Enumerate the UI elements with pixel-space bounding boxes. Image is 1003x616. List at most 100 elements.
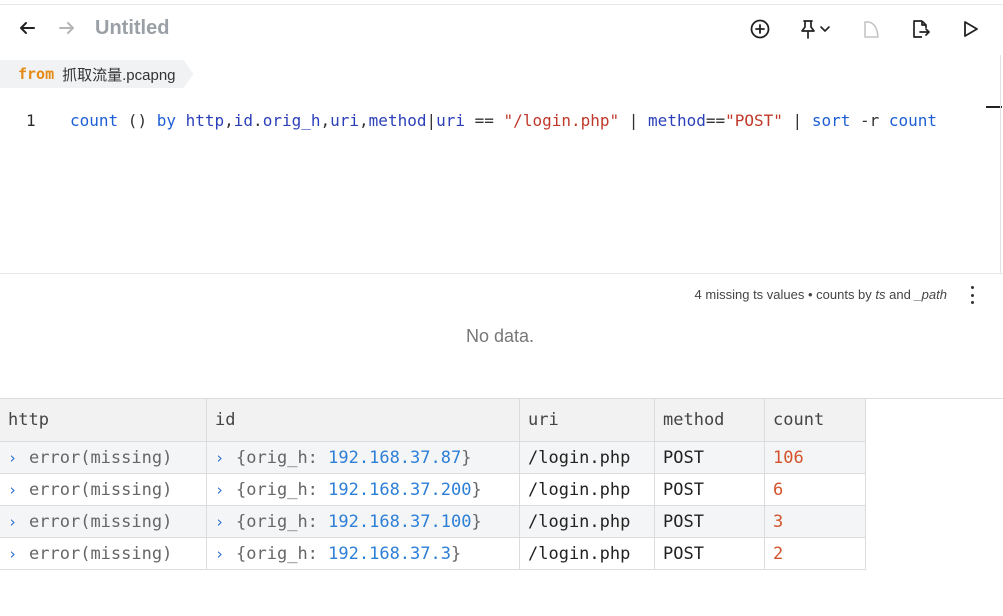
count-cell[interactable]: 2 — [764, 537, 866, 570]
histogram-panel: 4 missing ts values • counts by ts and _… — [0, 273, 1003, 399]
uri-cell[interactable]: /login.php — [519, 441, 655, 474]
code-token: sort — [811, 111, 851, 130]
query-editor[interactable]: 1 count () by http,id.orig_h,uri,method|… — [0, 100, 1000, 272]
column-header-count[interactable]: count — [764, 399, 866, 442]
code-token: http — [185, 111, 225, 130]
expand-chevron-icon[interactable]: › — [8, 481, 17, 499]
http-cell[interactable]: › error(missing) — [0, 441, 207, 474]
forward-button[interactable] — [55, 16, 79, 40]
id-suffix: } — [471, 479, 482, 500]
expand-chevron-icon[interactable]: › — [8, 513, 17, 531]
add-button[interactable] — [747, 16, 773, 42]
count-cell[interactable]: 3 — [764, 505, 866, 538]
http-cell[interactable]: › error(missing) — [0, 473, 207, 506]
chart-note-path: _path — [914, 287, 947, 302]
chart-note-ts: ts — [875, 287, 886, 302]
code-token: -r — [850, 111, 889, 130]
results-grid: http id uri method count › error(missing)… — [0, 399, 866, 570]
code-token: method — [368, 111, 427, 130]
code-token: | — [619, 111, 649, 130]
id-cell[interactable]: › {orig_h: 192.168.37.100} — [206, 505, 520, 538]
method-cell[interactable]: POST — [654, 537, 765, 570]
code-token: () — [118, 111, 157, 130]
save-shape-icon — [864, 21, 879, 38]
query-code[interactable]: count () by http,id.orig_h,uri,method|ur… — [70, 111, 937, 130]
from-keyword: from — [18, 65, 55, 83]
save-shape-button[interactable] — [858, 16, 884, 42]
editor-right-border — [1000, 55, 1001, 273]
expand-chevron-icon[interactable]: › — [215, 449, 224, 467]
expand-chevron-icon[interactable]: › — [215, 481, 224, 499]
id-cell[interactable]: › {orig_h: 192.168.37.200} — [206, 473, 520, 506]
expand-chevron-icon[interactable]: › — [215, 545, 224, 563]
more-options-icon[interactable] — [965, 286, 979, 304]
code-token: | — [426, 111, 437, 130]
table-header-row: http id uri method count — [0, 399, 866, 442]
pin-menu-button[interactable] — [793, 16, 835, 42]
expand-chevron-icon[interactable]: › — [8, 545, 17, 563]
line-number: 1 — [26, 111, 36, 130]
add-circle-icon — [750, 19, 770, 39]
code-token: . — [253, 111, 263, 130]
from-file-name: 抓取流量.pcapng — [62, 66, 176, 84]
code-token: == — [465, 111, 504, 130]
count-cell[interactable]: 6 — [764, 473, 866, 506]
ip-value: 192.168.37.200 — [328, 479, 472, 500]
top-toolbar: Untitled — [0, 0, 1003, 58]
http-cell[interactable]: › error(missing) — [0, 505, 207, 538]
id-prefix: {orig_h: — [236, 479, 329, 500]
expand-chevron-icon[interactable]: › — [8, 449, 17, 467]
code-token: count — [888, 111, 938, 130]
count-cell[interactable]: 106 — [764, 441, 866, 474]
run-icon — [964, 21, 978, 37]
code-token: id — [233, 111, 254, 130]
code-token: == — [705, 111, 726, 130]
back-arrow-icon — [20, 22, 35, 34]
code-token: orig_h — [262, 111, 321, 130]
export-icon — [913, 20, 930, 38]
http-value: error(missing) — [29, 479, 173, 500]
method-cell[interactable]: POST — [654, 505, 765, 538]
code-token: method — [648, 111, 706, 130]
table-row: › error(missing) › {orig_h: 192.168.37.100… — [0, 505, 866, 538]
code-token: uri — [330, 111, 360, 130]
table-row: › error(missing) › {orig_h: 192.168.37.3} … — [0, 537, 866, 570]
id-suffix: } — [461, 447, 472, 468]
ip-value: 192.168.37.100 — [328, 511, 472, 532]
uri-cell[interactable]: /login.php — [519, 473, 655, 506]
ip-value: 192.168.37.3 — [328, 543, 451, 564]
table-row: › error(missing) › {orig_h: 192.168.37.87}… — [0, 441, 866, 474]
chart-note: 4 missing ts values • counts by ts and _… — [695, 287, 947, 302]
id-cell[interactable]: › {orig_h: 192.168.37.87} — [206, 441, 520, 474]
id-prefix: {orig_h: — [236, 543, 329, 564]
column-header-id[interactable]: id — [206, 399, 520, 442]
results-table: http id uri method count › error(missing)… — [0, 398, 1003, 616]
code-token: by — [156, 111, 176, 130]
back-button[interactable] — [15, 16, 39, 40]
method-cell[interactable]: POST — [654, 473, 765, 506]
code-token: | — [782, 111, 812, 130]
column-header-http[interactable]: http — [0, 399, 207, 442]
code-token: count — [70, 111, 119, 130]
id-prefix: {orig_h: — [236, 447, 329, 468]
ip-value: 192.168.37.87 — [328, 447, 462, 468]
no-data-message: No data. — [465, 326, 535, 346]
column-header-uri[interactable]: uri — [519, 399, 655, 442]
uri-cell[interactable]: /login.php — [519, 505, 655, 538]
uri-cell[interactable]: /login.php — [519, 537, 655, 570]
method-cell[interactable]: POST — [654, 441, 765, 474]
top-border — [0, 4, 1003, 5]
expand-chevron-icon[interactable]: › — [215, 513, 224, 531]
page-title[interactable]: Untitled — [95, 17, 169, 40]
code-token: uri — [436, 111, 466, 130]
column-header-method[interactable]: method — [654, 399, 765, 442]
run-button[interactable] — [957, 16, 983, 42]
http-cell[interactable]: › error(missing) — [0, 537, 207, 570]
id-cell[interactable]: › {orig_h: 192.168.37.3} — [206, 537, 520, 570]
export-button[interactable] — [907, 16, 933, 42]
forward-arrow-icon — [59, 22, 74, 34]
from-source-chip[interactable]: from 抓取流量.pcapng — [0, 60, 194, 88]
chart-note-and: and — [885, 287, 915, 302]
http-value: error(missing) — [29, 543, 173, 564]
